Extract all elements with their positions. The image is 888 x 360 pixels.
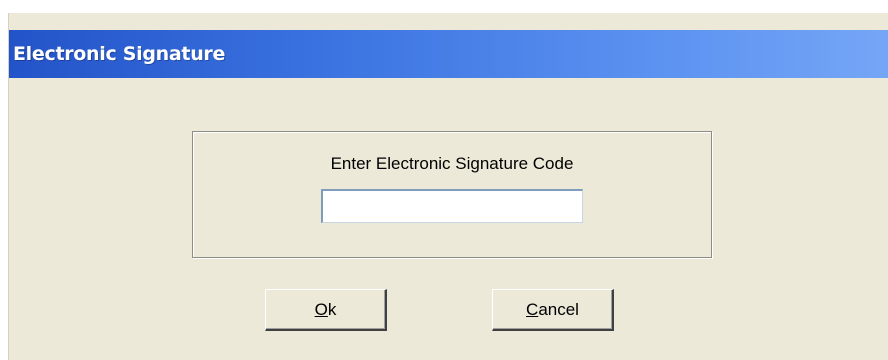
signature-code-input[interactable] bbox=[321, 189, 583, 223]
signature-groupbox: Enter Electronic Signature Code bbox=[192, 131, 712, 258]
cancel-button[interactable]: Cancel bbox=[492, 289, 614, 331]
cancel-mnemonic: C bbox=[526, 299, 539, 319]
electronic-signature-dialog: Electronic Signature Enter Electronic Si… bbox=[8, 13, 888, 360]
ok-mnemonic: O bbox=[314, 299, 328, 319]
signature-code-label: Enter Electronic Signature Code bbox=[330, 154, 574, 173]
cancel-label-rest: ancel bbox=[538, 299, 579, 319]
dialog-title: Electronic Signature bbox=[13, 43, 226, 65]
ok-label-rest: k bbox=[327, 299, 337, 319]
dialog-titlebar[interactable]: Electronic Signature bbox=[9, 30, 888, 78]
screen-background: Electronic Signature Enter Electronic Si… bbox=[0, 0, 888, 360]
ok-button[interactable]: Ok bbox=[265, 289, 387, 331]
